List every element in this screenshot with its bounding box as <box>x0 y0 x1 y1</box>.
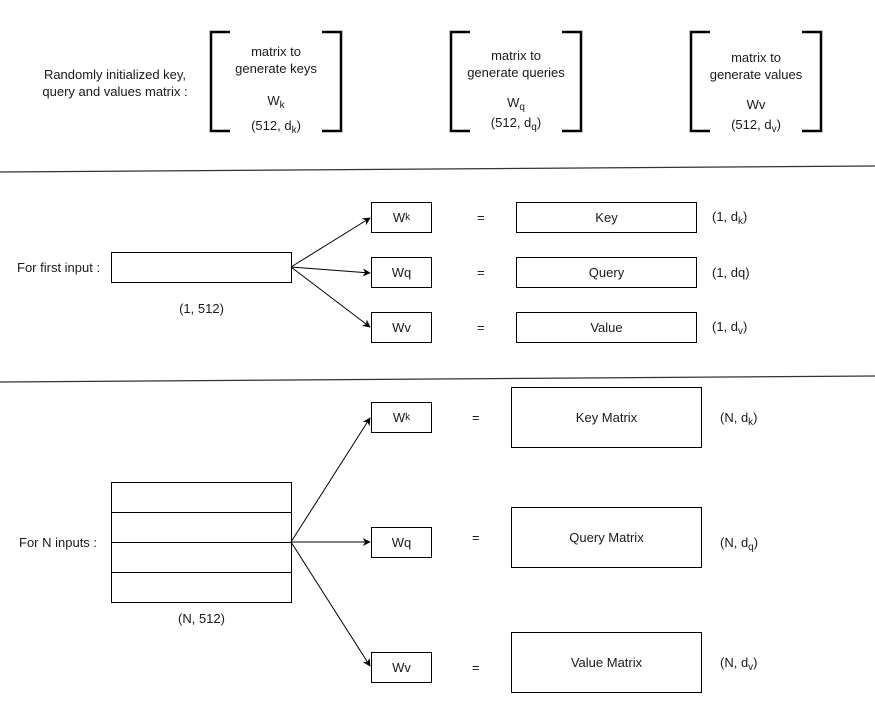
first-weight-wk: Wk <box>371 202 432 233</box>
n-weight-wq: Wq <box>371 527 432 558</box>
divider-2 <box>0 375 875 383</box>
divider-1 <box>0 165 875 173</box>
matrix-queries-line2: generate queries <box>467 65 565 80</box>
n-inputs-row <box>112 483 291 513</box>
first-weight-wq: Wq <box>371 257 432 288</box>
random-init-label-line1: Randomly initialized key, <box>43 67 187 82</box>
first-output-query-shape: (1, dq) <box>712 265 750 280</box>
arrow-first-to-wv <box>290 266 371 328</box>
n-weight-wk: Wk <box>371 402 432 433</box>
n-output-key-matrix: Key Matrix <box>511 387 702 448</box>
n-weight-wv: Wv <box>371 652 432 683</box>
first-output-value-shape: (1, dv) <box>712 319 748 337</box>
first-output-key: Key <box>516 202 697 233</box>
matrix-queries-line1: matrix to <box>491 48 541 63</box>
arrow-first-to-wq <box>290 266 371 277</box>
arrow-first-to-wk <box>290 217 371 268</box>
n-equals-query: = <box>472 530 480 545</box>
n-output-query-shape: (N, dq) <box>720 535 759 553</box>
matrix-keys-text: matrix to generate keys Wk (512, dk) <box>211 43 341 136</box>
matrix-keys-line1: matrix to <box>251 44 301 59</box>
matrix-values-line1: matrix to <box>731 50 781 65</box>
n-equals-key: = <box>472 410 480 425</box>
n-inputs-row <box>112 513 291 543</box>
n-inputs-shape: (N, 512) <box>178 611 225 626</box>
first-output-query: Query <box>516 257 697 288</box>
n-inputs-row <box>112 573 291 602</box>
n-inputs-row <box>112 543 291 573</box>
matrix-values-text: matrix to generate values Wv (512, dv) <box>691 49 821 135</box>
first-equals-key: = <box>477 210 485 225</box>
random-init-label: Randomly initialized key, query and valu… <box>20 66 210 100</box>
arrow-n-to-wk <box>290 417 371 543</box>
first-equals-query: = <box>477 265 485 280</box>
first-input-label: For first input : <box>17 260 101 275</box>
n-output-value-shape: (N, dv) <box>720 655 758 673</box>
first-weight-wv: Wv <box>371 312 432 343</box>
matrix-keys-symbol: Wk <box>267 93 285 111</box>
n-output-value-matrix: Value Matrix <box>511 632 702 693</box>
n-output-key-shape: (N, dk) <box>720 410 758 428</box>
arrow-n-to-wv <box>290 541 371 667</box>
first-output-key-shape: (1, dk) <box>712 209 748 227</box>
n-inputs-matrix <box>111 482 292 603</box>
n-output-query-matrix: Query Matrix <box>511 507 702 568</box>
matrix-values-line2: generate values <box>709 67 803 82</box>
matrix-values-symbol: Wv <box>746 97 766 112</box>
first-equals-value: = <box>477 320 485 335</box>
n-inputs-label: For N inputs : <box>19 535 98 550</box>
first-output-value: Value <box>516 312 697 343</box>
matrix-keys-line2: generate keys <box>235 61 317 76</box>
first-input-vector <box>111 252 292 283</box>
matrix-queries-text: matrix to generate queries Wq (512, dq) <box>451 47 581 133</box>
matrix-keys-shape: (512, dk) <box>251 118 301 136</box>
matrix-queries-symbol: Wq <box>507 95 525 113</box>
first-input-shape: (1, 512) <box>179 301 224 316</box>
matrix-values-shape: (512, dv) <box>731 117 781 135</box>
random-init-label-line2: query and values matrix : <box>42 84 188 99</box>
n-equals-value: = <box>472 660 480 675</box>
matrix-queries-shape: (512, dq) <box>490 115 542 133</box>
